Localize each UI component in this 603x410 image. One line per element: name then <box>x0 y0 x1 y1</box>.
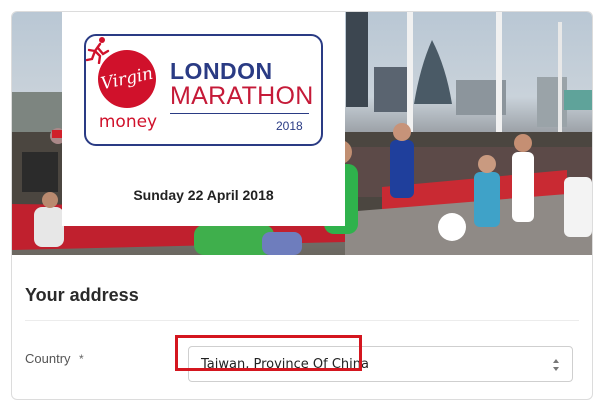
section-title: Your address <box>25 285 139 305</box>
event-name-line2: MARATHON <box>170 82 314 110</box>
select-arrows-icon <box>553 359 559 371</box>
event-logo-panel: Virgin money LONDON MARATHON 2018 Sunday… <box>62 12 345 226</box>
annotation-highlight-box <box>175 335 362 371</box>
section-divider <box>25 320 579 321</box>
brand-money-text: money <box>98 112 158 132</box>
required-marker: * <box>79 352 84 366</box>
logo-divider <box>170 113 309 114</box>
event-name-line1: LONDON <box>170 58 273 84</box>
runner-icon <box>86 37 110 64</box>
race-date: Sunday 22 April 2018 <box>133 187 274 203</box>
hero-banner: Virgin money LONDON MARATHON 2018 Sunday… <box>12 12 592 255</box>
country-label: Country <box>25 351 71 366</box>
event-logo: Virgin money LONDON MARATHON 2018 <box>84 34 323 146</box>
event-year: 2018 <box>276 119 303 133</box>
